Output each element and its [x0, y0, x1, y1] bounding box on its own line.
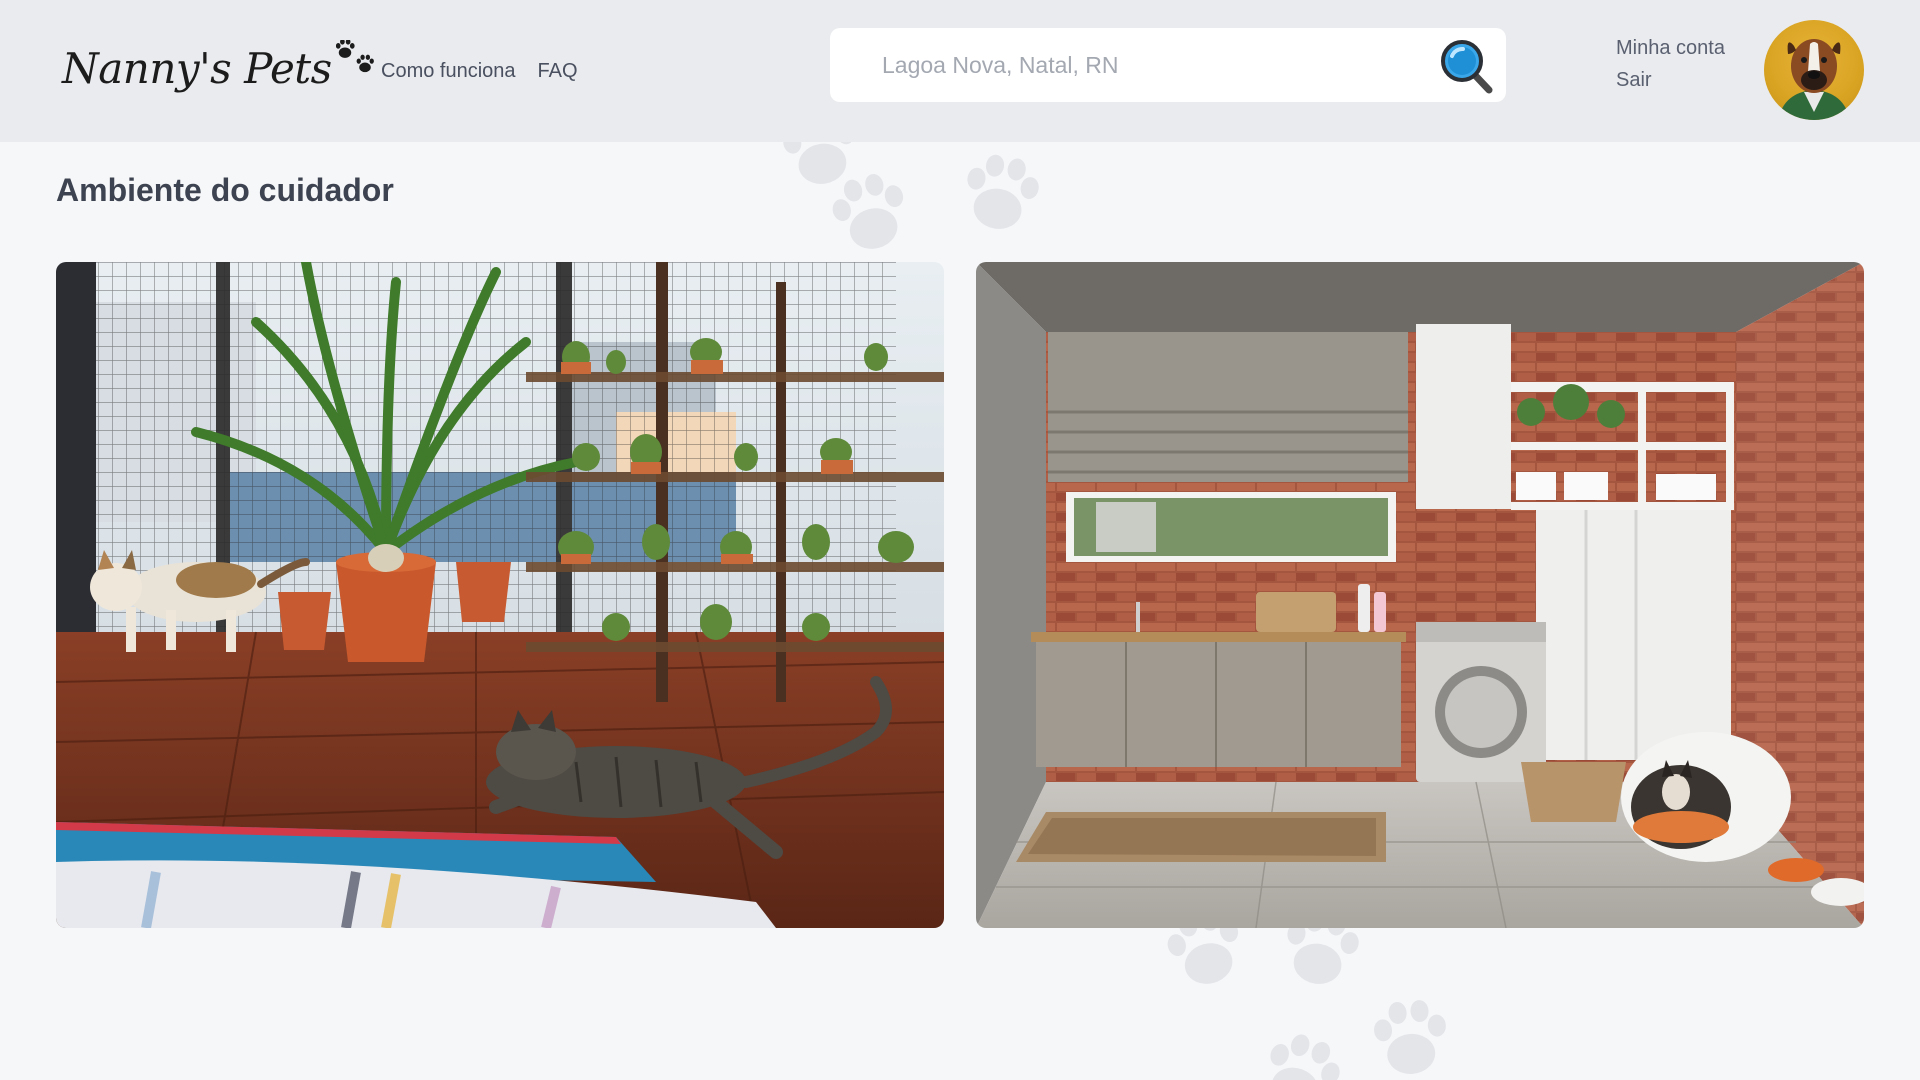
top-header: Nanny's Pets Como funciona FAQ Lagoa Nov… [0, 0, 1920, 142]
laundry-room-illustration [976, 262, 1864, 928]
dog-avatar-image [1778, 39, 1850, 120]
logout-link[interactable]: Sair [1616, 68, 1725, 92]
search-button[interactable] [1434, 34, 1498, 98]
cats-balcony-photo[interactable] [56, 262, 944, 928]
magnifier-icon [1441, 40, 1493, 94]
page-title: Ambiente do cuidador [56, 172, 394, 208]
photo-gallery [56, 262, 1864, 928]
cats-balcony-illustration [56, 262, 944, 928]
nav-link-como-funciona[interactable]: Como funciona [381, 60, 516, 83]
paw-prints-icon [335, 40, 374, 73]
brand-logo[interactable]: Nanny's Pets [62, 34, 376, 104]
my-account-link[interactable]: Minha conta [1616, 36, 1725, 60]
laundry-room-photo[interactable] [976, 262, 1864, 928]
main-nav: Como funciona FAQ [381, 60, 578, 83]
search-bar [830, 28, 1506, 102]
brand-name: Nanny's Pets [62, 44, 332, 93]
search-input[interactable] [882, 45, 1402, 85]
avatar[interactable] [1764, 20, 1864, 120]
account-menu: Minha conta Sair [1616, 36, 1725, 92]
nav-link-faq[interactable]: FAQ [538, 60, 578, 83]
